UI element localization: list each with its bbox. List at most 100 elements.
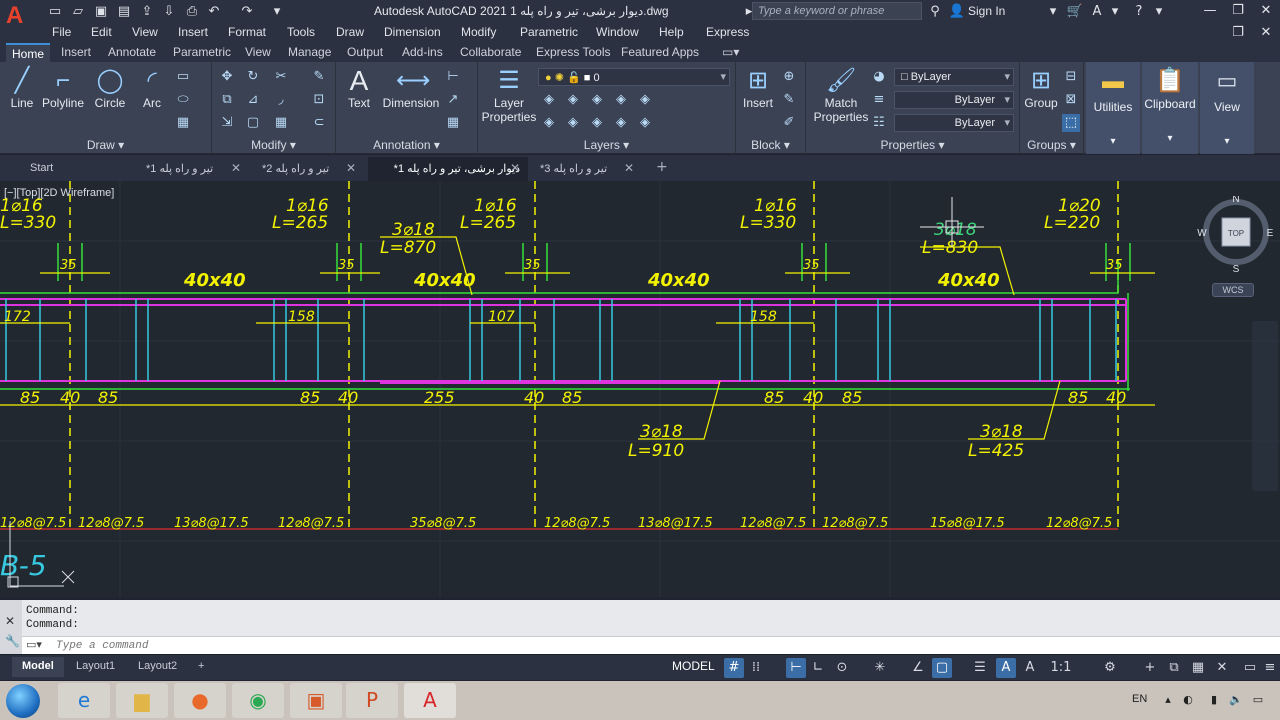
leader-icon[interactable]: ↗ — [444, 91, 462, 109]
layout-tab-layout1[interactable]: Layout1 — [66, 657, 125, 677]
hatch-icon[interactable]: ▦ — [174, 114, 192, 132]
workspace-gear-icon[interactable]: ⚙ — [1100, 658, 1120, 678]
layer-tool-6-icon[interactable]: ◈ — [540, 114, 558, 132]
file-tab-2[interactable]: تیر و راه پله 2* — [254, 157, 337, 181]
file-tab-4[interactable]: تیر و راه پله 3* — [532, 157, 615, 181]
fillet-icon[interactable]: ◞ — [272, 91, 290, 109]
web-save-icon[interactable]: ⇩ — [160, 3, 178, 20]
save-icon[interactable]: ▣ — [92, 3, 110, 20]
ungroup-icon[interactable]: ⊟ — [1062, 68, 1080, 86]
command-input[interactable] — [56, 638, 956, 654]
table-icon[interactable]: ▦ — [444, 114, 462, 132]
performance-icon[interactable]: ▦ — [1188, 658, 1208, 678]
rotate-icon[interactable]: ↻ — [244, 68, 262, 86]
scale-icon[interactable]: ▢ — [244, 114, 262, 132]
polar-icon[interactable]: ⊙ — [832, 658, 852, 678]
tab-view[interactable]: View — [239, 43, 277, 62]
erase-icon[interactable]: ✎ — [310, 68, 328, 86]
arc-tool[interactable]: ◜ Arc — [136, 66, 168, 110]
dimension-tool[interactable]: ⟷ Dimension — [380, 66, 442, 110]
menu-draw[interactable]: Draw — [336, 25, 364, 39]
tab-manage[interactable]: Manage — [282, 43, 337, 62]
clean-screen-icon[interactable]: ✕ — [1212, 658, 1232, 678]
tab-insert[interactable]: Insert — [55, 43, 97, 62]
offset-icon[interactable]: ⊂ — [310, 114, 328, 132]
circle-tool[interactable]: ◯ Circle — [92, 66, 128, 110]
object-snap-icon[interactable]: ▢ — [932, 658, 952, 678]
isolate-icon[interactable]: ⧉ — [1164, 658, 1184, 678]
menu-modify[interactable]: Modify — [461, 25, 496, 39]
tab-output[interactable]: Output — [341, 43, 389, 62]
language-indicator[interactable]: EN — [1132, 693, 1147, 705]
groups-panel-title[interactable]: Groups ▾ — [1020, 138, 1083, 152]
new-file-icon[interactable]: ▭ — [46, 3, 64, 20]
menu-window[interactable]: Window — [596, 25, 639, 39]
view-button[interactable]: ▭ View ▾ — [1200, 62, 1254, 154]
color-dropdown[interactable]: □ ByLayer ▾ — [894, 68, 1014, 86]
wcs-menu[interactable]: WCS — [1212, 283, 1254, 297]
tab-parametric[interactable]: Parametric — [167, 43, 237, 62]
copy-icon[interactable]: ⧉ — [218, 91, 236, 109]
modify-panel-title[interactable]: Modify ▾ — [212, 138, 335, 152]
chrome-icon[interactable]: ◉ — [232, 683, 284, 718]
layer-tool-5-icon[interactable]: ◈ — [636, 91, 654, 109]
notification-icon[interactable]: ▭ — [1250, 692, 1266, 708]
polyline-tool[interactable]: ⌐ Polyline — [40, 66, 86, 110]
tab-annotate[interactable]: Annotate — [102, 43, 162, 62]
layout-tab-model[interactable]: Model — [12, 657, 64, 677]
plot-icon[interactable]: ⎙ — [183, 3, 201, 20]
office-icon[interactable]: ▣ — [290, 683, 342, 718]
sign-in-dropdown-icon[interactable]: ▾ — [1044, 3, 1062, 20]
object-snap-tracking-icon[interactable]: ∠ — [908, 658, 928, 678]
menu-help[interactable]: Help — [659, 25, 684, 39]
command-customize-icon[interactable]: 🔧 — [5, 634, 20, 648]
file-tab-start[interactable]: Start — [22, 157, 61, 181]
cart-icon[interactable]: 🛒 — [1066, 3, 1084, 20]
minimize-icon[interactable]: — — [1200, 2, 1220, 20]
file-tab-4-close-icon[interactable]: ✕ — [624, 161, 634, 175]
block-panel-title[interactable]: Block ▾ — [736, 138, 805, 152]
stretch-icon[interactable]: ⇲ — [218, 114, 236, 132]
text-tool[interactable]: A Text — [342, 66, 376, 111]
match-properties-tool[interactable]: 🖌 Match Properties — [812, 66, 870, 124]
annotation-visibility-icon[interactable]: A — [996, 658, 1016, 678]
utilities-button[interactable]: ▬ Utilities ▾ — [1086, 62, 1140, 154]
autodesk-app-icon[interactable]: A — [1088, 3, 1106, 20]
menu-express[interactable]: Express — [706, 25, 749, 39]
create-block-icon[interactable]: ⊕ — [780, 68, 798, 86]
line-tool[interactable]: ╱ Line — [6, 66, 38, 110]
close-icon[interactable]: ✕ — [1256, 2, 1276, 20]
layer-tool-9-icon[interactable]: ◈ — [612, 114, 630, 132]
layer-tool-2-icon[interactable]: ◈ — [564, 91, 582, 109]
annotation-panel-title[interactable]: Annotation ▾ — [336, 138, 477, 152]
layer-tool-1-icon[interactable]: ◈ — [540, 91, 558, 109]
powerpoint-icon[interactable]: P — [346, 683, 398, 718]
restore-icon[interactable]: ❐ — [1228, 2, 1248, 20]
save-as-icon[interactable]: ▤ — [115, 3, 133, 20]
web-open-icon[interactable]: ⇪ — [138, 3, 156, 20]
start-button-icon[interactable] — [6, 684, 40, 718]
layer-tool-10-icon[interactable]: ◈ — [636, 114, 654, 132]
fullscreen-icon[interactable]: ▭ — [1240, 658, 1260, 678]
tab-express-tools[interactable]: Express Tools — [530, 43, 616, 62]
array-icon[interactable]: ▦ — [272, 114, 290, 132]
sign-in-button[interactable]: Sign In — [968, 4, 1005, 18]
ribbon-options-icon[interactable]: ▭▾ — [716, 43, 745, 62]
group-tool[interactable]: ⊞ Group — [1022, 66, 1060, 110]
viewcube[interactable]: TOP N S W E — [1196, 196, 1276, 276]
viewport-controls[interactable]: [−][Top][2D Wireframe] — [4, 187, 114, 199]
infer-icon[interactable]: ∟ — [808, 658, 828, 678]
isodraft-icon[interactable]: ✳ — [870, 658, 890, 678]
trim-icon[interactable]: ✂ — [272, 68, 290, 86]
layer-dropdown[interactable]: ● ✺ 🔓 ■ 0 ▾ — [538, 68, 730, 86]
properties-panel-title[interactable]: Properties ▾ — [806, 138, 1019, 152]
menu-parametric[interactable]: Parametric — [520, 25, 578, 39]
lineweight-dropdown[interactable]: ByLayer ▾ — [894, 114, 1014, 132]
search-icon[interactable]: ⚲ — [926, 3, 944, 20]
linetype-icon[interactable]: ☷ — [870, 114, 888, 132]
layer-tool-8-icon[interactable]: ◈ — [588, 114, 606, 132]
group-edit-icon[interactable]: ⊠ — [1062, 91, 1080, 109]
layer-tool-4-icon[interactable]: ◈ — [612, 91, 630, 109]
edit-block-icon[interactable]: ✎ — [780, 91, 798, 109]
ellipse-icon[interactable]: ⬭ — [174, 91, 192, 109]
